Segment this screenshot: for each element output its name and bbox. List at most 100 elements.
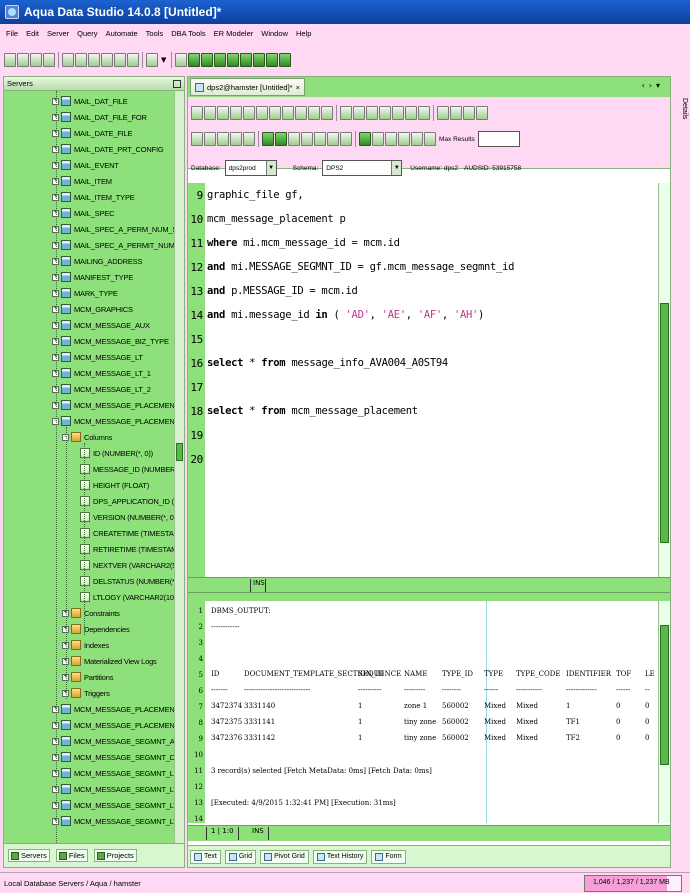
tab-navigation-arrows[interactable]: ‹›▾ bbox=[642, 81, 664, 90]
toolbar-tool-icon[interactable] bbox=[62, 53, 74, 67]
tab-servers[interactable]: Servers bbox=[8, 849, 50, 862]
tree-node[interactable]: + Dependencies bbox=[62, 621, 130, 637]
editor-tool-icon[interactable] bbox=[262, 132, 274, 146]
tree-node[interactable]: + Partitions bbox=[62, 669, 113, 685]
editor-tool-icon[interactable] bbox=[392, 106, 404, 120]
server-tree-scrollbar[interactable] bbox=[174, 91, 184, 843]
tree-node[interactable]: + Indexes bbox=[62, 637, 109, 653]
tree-node[interactable]: ID (NUMBER(*, 0)) bbox=[80, 445, 153, 461]
tree-node[interactable]: + Constraints bbox=[62, 605, 120, 621]
tree-node[interactable]: + MAIL_DATE_FILE bbox=[52, 125, 133, 141]
tree-node[interactable]: +MCM_MESSAGE_SEGMNT_LT_1 bbox=[52, 797, 174, 813]
toolbar-tool-icon[interactable] bbox=[30, 53, 42, 67]
tree-node[interactable]: + MCM_MESSAGE_LT_1 bbox=[52, 365, 151, 381]
editor-tool-icon[interactable] bbox=[288, 132, 300, 146]
tree-node[interactable]: LTLOGY (VARCHAR2(100)) bbox=[80, 589, 174, 605]
tab-text-history[interactable]: Text History bbox=[312, 849, 368, 864]
menu-file[interactable]: File bbox=[6, 29, 18, 43]
menu-dba-tools[interactable]: DBA Tools bbox=[171, 29, 205, 43]
tree-node[interactable]: + MAIL_DAT_FILE_FOR bbox=[52, 109, 147, 125]
tree-node[interactable]: RETIRETIME (TIMESTAMP(6) WITH bbox=[80, 541, 174, 557]
editor-tool-icon[interactable] bbox=[204, 106, 216, 120]
toolbar-tool-icon[interactable] bbox=[201, 53, 214, 67]
editor-tool-icon[interactable] bbox=[398, 132, 410, 146]
tree-node[interactable]: + MAIL_ITEM bbox=[52, 173, 112, 189]
tree-node[interactable]: + MCM_MESSAGE_SEGMNT_AUX bbox=[52, 733, 174, 749]
scrollbar-thumb[interactable] bbox=[660, 303, 669, 543]
toolbar-tool-icon[interactable] bbox=[4, 53, 16, 67]
memory-usage-meter[interactable]: 1,046 / 1,237 / 1,237 MB bbox=[584, 875, 682, 892]
tree-node[interactable]: + MAIL_SPEC bbox=[52, 205, 115, 221]
editor-tool-icon[interactable] bbox=[418, 106, 430, 120]
editor-tool-icon[interactable] bbox=[217, 106, 229, 120]
toolbar-tool-icon[interactable] bbox=[253, 53, 266, 67]
tree-node[interactable]: +MCM_MESSAGE_SEGMNT_DIFF_BK bbox=[52, 749, 174, 765]
tree-node[interactable]: + MCM_GRAPHICS bbox=[52, 301, 133, 317]
tree-node[interactable]: +MCM_MESSAGE_PLACEMENT_LT_2 bbox=[52, 717, 174, 733]
tree-node[interactable]: + MCM_MESSAGE_SEGMNT_LT bbox=[52, 781, 174, 797]
editor-tool-icon[interactable] bbox=[424, 132, 436, 146]
scrollbar-thumb[interactable] bbox=[176, 443, 183, 461]
chevron-down-icon[interactable]: ▼ bbox=[161, 56, 166, 64]
menu-er-modeler[interactable]: ER Modeler bbox=[214, 29, 254, 43]
editor-tool-icon[interactable] bbox=[204, 132, 216, 146]
results-splitter[interactable] bbox=[188, 593, 670, 601]
editor-tool-icon[interactable] bbox=[269, 106, 281, 120]
editor-tool-icon[interactable] bbox=[275, 132, 287, 146]
toolbar-tool-icon[interactable] bbox=[227, 53, 240, 67]
tree-node[interactable]: + MCM_MESSAGE_SEGMNT_LCK bbox=[52, 765, 174, 781]
results-text-output[interactable]: 1 DBMS_OUTPUT: 2 ------------ 3 4 5 6 7 8 9 10 11 3 r… bbox=[188, 601, 655, 823]
editor-tool-icon[interactable] bbox=[372, 132, 384, 146]
tree-node[interactable]: + Triggers bbox=[62, 685, 110, 701]
editor-tool-icon[interactable] bbox=[230, 106, 242, 120]
editor-tool-icon[interactable] bbox=[327, 132, 339, 146]
tree-node[interactable]: + MAIL_DATE_PRT_CONFIG bbox=[52, 141, 164, 157]
tree-node[interactable]: + MCM_MESSAGE_BIZ_TYPE bbox=[52, 333, 169, 349]
editor-tool-icon[interactable] bbox=[191, 106, 203, 120]
tree-node[interactable]: HEIGHT (FLOAT) bbox=[80, 477, 149, 493]
toolbar-tool-icon[interactable] bbox=[188, 53, 201, 67]
editor-tool-icon[interactable] bbox=[411, 132, 423, 146]
editor-tool-icon[interactable] bbox=[366, 106, 378, 120]
editor-tool-icon[interactable] bbox=[405, 106, 417, 120]
tree-node[interactable]: +MCM_MESSAGE_PLACEMENT_AUX bbox=[52, 397, 174, 413]
menu-query[interactable]: Query bbox=[77, 29, 97, 43]
results-scrollbar[interactable] bbox=[658, 601, 670, 823]
menu-server[interactable]: Server bbox=[47, 29, 69, 43]
tree-node[interactable]: + MAIL_DAT_FILE bbox=[52, 93, 128, 109]
tree-node[interactable]: + Materialized View Logs bbox=[62, 653, 157, 669]
details-side-tab[interactable]: Details bbox=[673, 96, 688, 176]
toolbar-tool-icon[interactable] bbox=[175, 53, 188, 67]
tab-query-document[interactable]: dps2@hamster [Untitled]* × bbox=[190, 78, 305, 96]
toolbar-tool-icon[interactable] bbox=[146, 53, 158, 67]
chevron-down-icon[interactable]: ▼ bbox=[391, 161, 402, 175]
editor-tool-icon[interactable] bbox=[450, 106, 462, 120]
editor-tool-icon[interactable] bbox=[301, 132, 313, 146]
editor-tool-icon[interactable] bbox=[191, 132, 203, 146]
toolbar-tool-icon[interactable] bbox=[88, 53, 100, 67]
tree-node[interactable]: NEXTVER (VARCHAR2(500)) bbox=[80, 557, 174, 573]
close-tab-icon[interactable]: × bbox=[296, 83, 300, 92]
editor-tool-icon[interactable] bbox=[295, 106, 307, 120]
database-select[interactable]: dps2prod ▼ bbox=[224, 160, 277, 176]
editor-tool-icon[interactable] bbox=[321, 106, 333, 120]
tree-node[interactable]: VERSION (NUMBER(*, 0)) bbox=[80, 509, 174, 525]
editor-tool-icon[interactable] bbox=[437, 106, 449, 120]
menu-window[interactable]: Window bbox=[261, 29, 288, 43]
editor-tool-icon[interactable] bbox=[385, 132, 397, 146]
tree-node[interactable]: −MCM_MESSAGE_PLACEMENT_LT bbox=[52, 413, 174, 429]
tree-node[interactable]: MESSAGE_ID (NUMBER(*, 0)) bbox=[80, 461, 174, 477]
toolbar-tool-icon[interactable] bbox=[114, 53, 126, 67]
scrollbar-thumb[interactable] bbox=[660, 625, 669, 765]
editor-tool-icon[interactable] bbox=[476, 106, 488, 120]
toolbar-tool-icon[interactable] bbox=[240, 53, 253, 67]
tab-form[interactable]: Form bbox=[371, 849, 406, 864]
editor-tool-icon[interactable] bbox=[282, 106, 294, 120]
tree-node[interactable]: + MARK_TYPE bbox=[52, 285, 118, 301]
toolbar-tool-icon[interactable] bbox=[279, 53, 292, 67]
tree-node[interactable]: CREATETIME (TIMESTAMP(6) WITH bbox=[80, 525, 174, 541]
tree-node[interactable]: +MAIL_SPEC_A_PERMIT_NUMBER_BAK bbox=[52, 237, 174, 253]
tree-node[interactable]: +MAIL_SPEC_A_PERM_NUM_SP22408 bbox=[52, 221, 174, 237]
menu-tools[interactable]: Tools bbox=[146, 29, 164, 43]
editor-tool-icon[interactable] bbox=[359, 132, 371, 146]
